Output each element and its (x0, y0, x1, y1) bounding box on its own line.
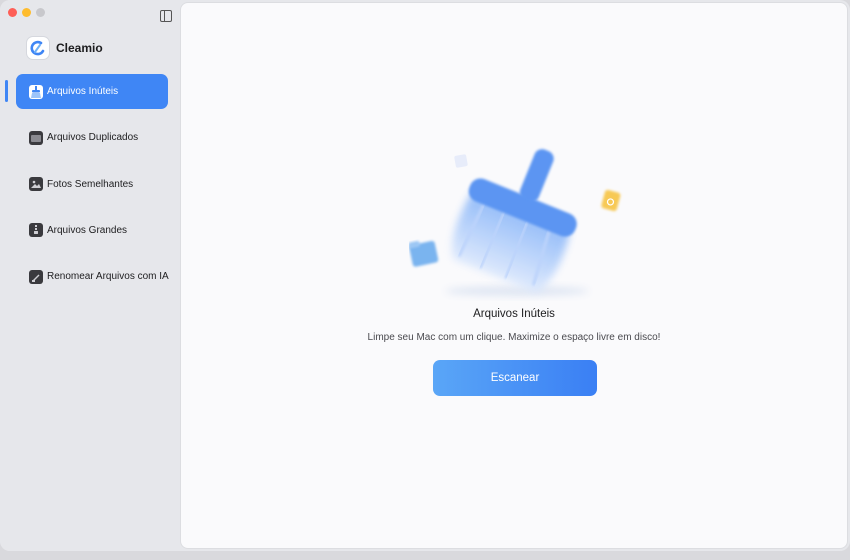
broom-icon (29, 84, 43, 99)
sidebar-toggle-icon[interactable] (160, 10, 172, 22)
sidebar-item-label: Arquivos Duplicados (47, 132, 139, 144)
sidebar-item-fotos-semelhantes[interactable]: Fotos Semelhantes (16, 167, 168, 202)
main-content: Arquivos Inúteis Limpe seu Mac com um cl… (180, 2, 848, 549)
sidebar-item-label: Renomear Arquivos com IA (47, 271, 169, 283)
section-subtitle: Limpe seu Mac com um clique. Maximize o … (367, 332, 661, 343)
sidebar-item-label: Arquivos Inúteis (47, 86, 119, 97)
section-title: Arquivos Inúteis (473, 308, 555, 320)
archive-icon (29, 223, 43, 238)
scan-button[interactable]: Escanear (433, 360, 597, 396)
close-window-button[interactable] (8, 8, 17, 17)
cleamio-logo-icon (30, 40, 45, 56)
sidebar-item-label: Arquivos Grandes (47, 224, 128, 236)
window-controls (8, 8, 45, 17)
sidebar-item-renomear-arquivos[interactable]: Renomear Arquivos com IA (16, 259, 169, 294)
photo-icon (29, 177, 43, 192)
folder-icon (29, 130, 43, 145)
sidebar-item-arquivos-inuteis[interactable]: Arquivos Inúteis (16, 74, 168, 109)
file-icon (601, 189, 621, 212)
minimize-window-button[interactable] (22, 8, 31, 17)
sidebar-item-arquivos-duplicados[interactable]: Arquivos Duplicados (16, 120, 168, 155)
sidebar-nav: Arquivos Inúteis Arquivos Duplicados Fot… (16, 74, 169, 305)
app-window: Cleamio Arquivos Inúteis Arquivos Duplic… (0, 0, 850, 551)
broom-illustration (409, 149, 621, 296)
zoom-window-button[interactable] (36, 8, 45, 17)
sidebar-item-arquivos-grandes[interactable]: Arquivos Grandes (16, 213, 168, 248)
app-logo (27, 37, 49, 59)
active-item-indicator (5, 80, 8, 102)
app-brand: Cleamio (27, 37, 103, 59)
paper-icon (454, 154, 468, 168)
folder-icon (409, 240, 439, 267)
app-name: Cleamio (56, 41, 103, 55)
sidebar-item-label: Fotos Semelhantes (47, 178, 134, 190)
document-icon (29, 269, 43, 284)
sidebar: Cleamio Arquivos Inúteis Arquivos Duplic… (0, 0, 180, 551)
